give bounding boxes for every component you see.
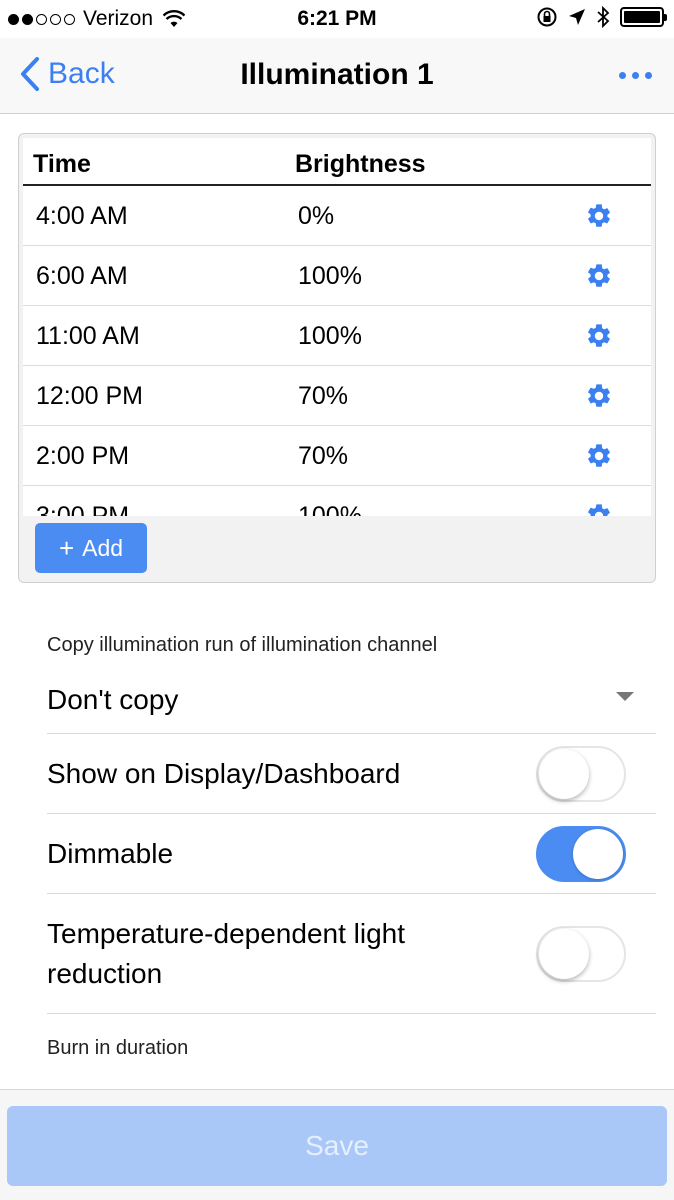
- schedule-card: Time Brightness 4:00 AM 0% 6:00 AM 100% 11:0…: [18, 133, 656, 583]
- row-time: 12:00 PM: [36, 382, 144, 410]
- temp-reduction-label-line2: reduction: [47, 958, 163, 989]
- row-time: 2:00 PM: [36, 442, 130, 470]
- plus-icon: +: [58, 532, 75, 563]
- row-brightness: 70%: [298, 442, 349, 470]
- location-arrow-icon: [569, 9, 585, 25]
- footer-bar: Save: [0, 1089, 674, 1200]
- row-brightness: 70%: [298, 382, 349, 410]
- gear-icon[interactable]: [585, 202, 613, 230]
- page-title: Illumination 1: [240, 58, 434, 91]
- row-time: 4:00 AM: [36, 202, 128, 230]
- more-options-icon[interactable]: [619, 72, 652, 79]
- dimmable-row: Dimmable: [47, 814, 656, 894]
- copy-channel-label: Copy illumination run of illumination ch…: [47, 634, 438, 656]
- table-row[interactable]: 2:00 PM 70%: [23, 426, 651, 486]
- table-row[interactable]: 12:00 PM 70%: [23, 366, 651, 426]
- rotation-lock-icon: [537, 7, 557, 27]
- dimmable-label: Dimmable: [47, 838, 174, 869]
- temp-reduction-label-line1: Temperature-dependent light: [47, 918, 406, 949]
- column-header-time: Time: [33, 150, 91, 178]
- row-time: 6:00 AM: [36, 262, 128, 290]
- burn-in-duration-label: Burn in duration: [47, 1037, 189, 1059]
- temp-reduction-toggle[interactable]: [536, 926, 626, 982]
- bluetooth-icon: [597, 6, 610, 28]
- copy-channel-value: Don't copy: [47, 684, 179, 715]
- gear-icon[interactable]: [585, 262, 613, 290]
- show-on-display-row: Show on Display/Dashboard: [47, 734, 656, 814]
- navigation-bar: Back Illumination 1: [0, 38, 674, 114]
- column-header-brightness: Brightness: [295, 150, 426, 178]
- gear-icon[interactable]: [585, 382, 613, 410]
- schedule-table[interactable]: Time Brightness 4:00 AM 0% 6:00 AM 100% 11:0…: [23, 138, 651, 516]
- temp-reduction-row: Temperature-dependent light reduction: [47, 894, 656, 1014]
- show-on-display-toggle[interactable]: [536, 746, 626, 802]
- table-row[interactable]: 3:00 PM 100%: [23, 486, 651, 516]
- save-button[interactable]: Save: [7, 1106, 667, 1186]
- table-row[interactable]: 6:00 AM 100%: [23, 246, 651, 306]
- add-label: Add: [82, 534, 124, 561]
- temp-reduction-label: Temperature-dependent light reduction: [47, 914, 405, 994]
- gear-icon[interactable]: [585, 322, 613, 350]
- dimmable-toggle[interactable]: [536, 826, 626, 882]
- caret-down-icon: [616, 692, 634, 701]
- table-row[interactable]: 4:00 AM 0%: [23, 186, 651, 246]
- gear-icon[interactable]: [585, 502, 613, 516]
- gear-icon[interactable]: [585, 442, 613, 470]
- row-brightness: 100%: [298, 322, 362, 350]
- row-time: 3:00 PM: [36, 502, 130, 516]
- row-brightness: 0%: [298, 202, 335, 230]
- battery-icon: [620, 7, 667, 27]
- add-button[interactable]: + Add: [35, 523, 147, 573]
- row-time: 11:00 AM: [36, 322, 140, 350]
- table-header: Time Brightness: [23, 138, 651, 186]
- row-brightness: 100%: [298, 502, 362, 516]
- copy-channel-select[interactable]: Don't copy: [47, 668, 656, 734]
- row-brightness: 100%: [298, 262, 362, 290]
- status-bar: Verizon 6:21 PM: [0, 0, 674, 38]
- status-right: [536, 6, 667, 28]
- table-row[interactable]: 11:00 AM 100%: [23, 306, 651, 366]
- show-on-display-label: Show on Display/Dashboard: [47, 758, 401, 789]
